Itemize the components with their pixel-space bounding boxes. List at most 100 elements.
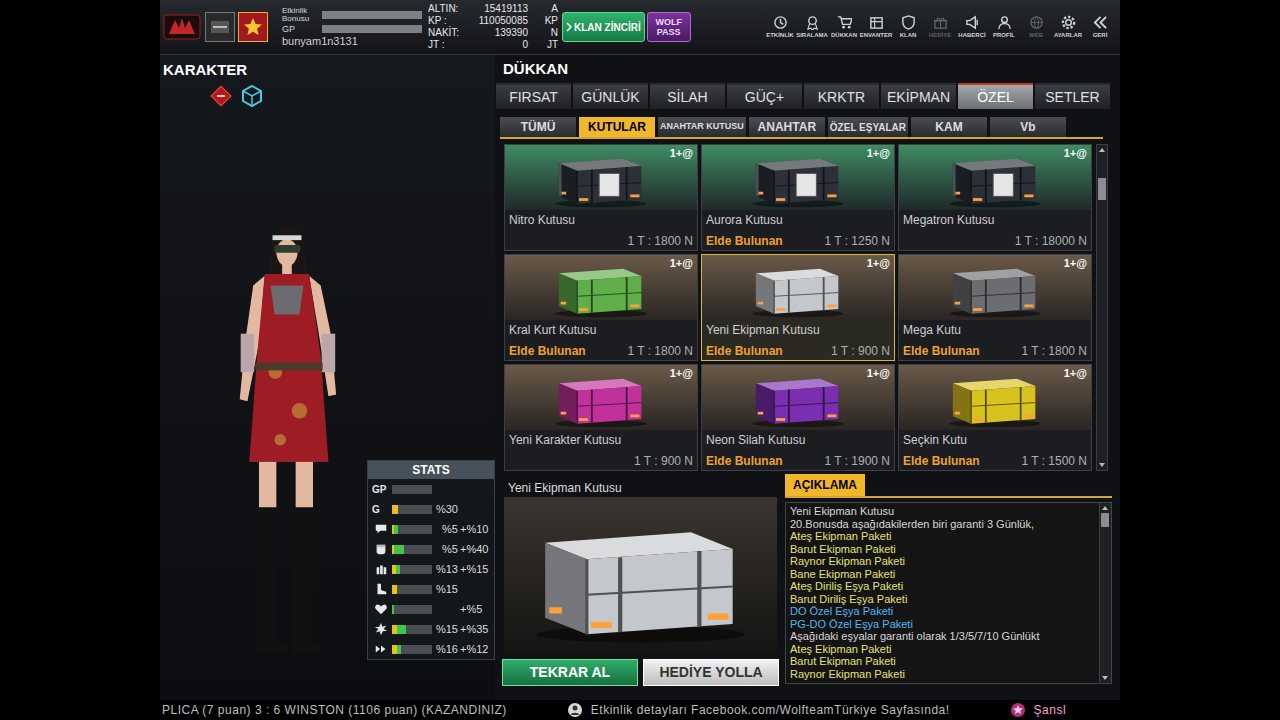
ticker: PLICA (7 puan) 3 : 6 WINSTON (1106 puan)… bbox=[160, 700, 1120, 720]
wolf-pass-button[interactable]: WOLF PASS bbox=[647, 12, 691, 42]
item-card[interactable]: 1+@Megatron Kutusu1 T : 18000 N bbox=[898, 144, 1092, 251]
gift-button[interactable]: HEDİYE YOLLA bbox=[643, 659, 779, 686]
item-card[interactable]: 1+@Neon Silah KutusuElde Bulunan1 T : 19… bbox=[701, 364, 895, 471]
shop-tab[interactable]: ÖZEL bbox=[958, 83, 1033, 109]
stat-base: %16 bbox=[434, 641, 458, 658]
arrows-icon bbox=[372, 642, 390, 656]
description-line: Raynor Ekipman Paketi bbox=[790, 668, 1095, 681]
box-icon bbox=[940, 368, 1050, 428]
item-card[interactable]: 1+@Nitro Kutusu1 T : 1800 N bbox=[504, 144, 698, 251]
nav-label: SIRALAMA bbox=[796, 32, 828, 39]
item-card[interactable]: 1+@Yeni Ekipman KutusuElde Bulunan1 T : … bbox=[701, 254, 895, 361]
burst-icon bbox=[372, 622, 390, 636]
owned-text: Elde Bulunan bbox=[903, 344, 980, 358]
scroll-up-icon[interactable] bbox=[1097, 145, 1107, 155]
fist-icon bbox=[372, 542, 390, 556]
character-figure[interactable] bbox=[232, 200, 367, 665]
nav-item[interactable]: WEB bbox=[1020, 15, 1052, 39]
klan-button[interactable]: KLAN ZİNCİRİ bbox=[562, 12, 645, 42]
scroll-down-icon[interactable] bbox=[1100, 673, 1110, 683]
nav-item[interactable]: ENVANTER bbox=[860, 15, 892, 39]
item-image: 1+@ bbox=[702, 365, 894, 430]
diamond-icon[interactable] bbox=[208, 83, 234, 109]
item-card[interactable]: 1+@Seçkin KutuElde Bulunan1 T : 1500 N bbox=[898, 364, 1092, 471]
box-icon bbox=[546, 258, 656, 318]
nav-item[interactable]: ETKİNLİK bbox=[764, 15, 796, 39]
item-badge: 1+@ bbox=[670, 257, 693, 269]
item-price: 1 T : 1900 N bbox=[824, 454, 890, 468]
stat-bonus: +%35 bbox=[460, 621, 490, 638]
owned-label: Elde Bulunan bbox=[706, 344, 783, 358]
shop-tab[interactable]: KRKTR bbox=[804, 83, 879, 109]
nav-item[interactable]: GERİ bbox=[1084, 15, 1116, 39]
stat-bonus-fill bbox=[394, 545, 404, 554]
owned-label: Elde Bulunan bbox=[706, 234, 783, 248]
rank-star-icon[interactable] bbox=[238, 12, 268, 42]
stat-bonus: +%10 bbox=[460, 521, 490, 538]
main-nav: ETKİNLİKSIRALAMADÜKKANENVANTERKLANHEDİYE… bbox=[764, 15, 1116, 39]
scroll-down-icon[interactable] bbox=[1097, 460, 1107, 470]
shop-subtab[interactable]: ANAHTAR KUTUSU bbox=[658, 117, 746, 137]
stat-bonus-fill bbox=[394, 525, 397, 534]
line-text: Bane Ekipman Paketi bbox=[790, 568, 895, 580]
buy-again-button[interactable]: TEKRAR AL bbox=[502, 659, 638, 686]
shop-tab[interactable]: EKİPMAN bbox=[881, 83, 956, 109]
nav-item[interactable]: HEDİYE bbox=[924, 15, 956, 39]
nav-item[interactable]: SIRALAMA bbox=[796, 15, 828, 39]
clan-emblem-icon[interactable] bbox=[205, 12, 235, 42]
scroll-up-icon[interactable] bbox=[1100, 503, 1110, 513]
item-card[interactable]: 1+@Aurora KutusuElde Bulunan1 T : 1250 N bbox=[701, 144, 895, 251]
shop-tab[interactable]: GÜÇ+ bbox=[727, 83, 802, 109]
speech-icon bbox=[372, 522, 390, 536]
pass-label: WOLF PASS bbox=[648, 17, 690, 37]
item-image: 1+@ bbox=[899, 365, 1091, 430]
shop-tab[interactable]: GÜNLÜK bbox=[573, 83, 648, 109]
item-card[interactable]: 1+@Yeni Karakter Kutusu1 T : 900 N bbox=[504, 364, 698, 471]
shop-subtab[interactable]: KAM bbox=[911, 117, 987, 137]
shop-subtab[interactable]: TÜMÜ bbox=[500, 117, 576, 137]
nav-item[interactable]: HABERCİ bbox=[956, 15, 988, 39]
shop-subtab[interactable]: KUTULAR bbox=[579, 117, 655, 137]
line-text: PG-DO Özel Eşya Paketi bbox=[790, 618, 913, 630]
item-badge: 1+@ bbox=[867, 257, 890, 269]
item-price: 1 T : 1800 N bbox=[627, 234, 693, 248]
gp-track bbox=[322, 25, 422, 33]
tab-label: SİLAH bbox=[667, 87, 707, 108]
currency-row: JT :0JT bbox=[428, 39, 558, 51]
item-card[interactable]: 1+@Mega KutuElde Bulunan1 T : 1800 N bbox=[898, 254, 1092, 361]
box-icon bbox=[516, 506, 766, 646]
scroll-thumb[interactable] bbox=[1098, 178, 1106, 200]
nav-item[interactable]: DÜKKAN bbox=[828, 15, 860, 39]
item-card[interactable]: 1+@Kral Kurt KutusuElde Bulunan1 T : 180… bbox=[504, 254, 698, 361]
item-image: 1+@ bbox=[899, 145, 1091, 210]
inventory-icon bbox=[869, 15, 884, 30]
description-scrollbar[interactable] bbox=[1099, 503, 1111, 683]
tab-label: FIRSAT bbox=[509, 87, 558, 108]
currency-value: 139390 bbox=[466, 27, 528, 39]
shop-tab[interactable]: SİLAH bbox=[650, 83, 725, 109]
scroll-thumb[interactable] bbox=[1101, 513, 1109, 527]
shop-tab[interactable]: SETLER bbox=[1035, 83, 1110, 109]
grid-scrollbar[interactable] bbox=[1096, 144, 1108, 471]
subtab-label: ANAHTAR KUTUSU bbox=[660, 120, 744, 134]
description-line: Barut Ekipman Paketi bbox=[790, 655, 1095, 668]
description-line: Aşağıdaki eşyalar garanti olarak 1/3/5/7… bbox=[790, 630, 1095, 643]
shop-subtab[interactable]: Vb bbox=[990, 117, 1066, 137]
nav-item[interactable]: PROFİL bbox=[988, 15, 1020, 39]
nav-item[interactable]: KLAN bbox=[892, 15, 924, 39]
globe-icon bbox=[1029, 15, 1044, 30]
nav-label: ETKİNLİK bbox=[766, 32, 794, 39]
shop-subtab[interactable]: ANAHTAR bbox=[749, 117, 825, 137]
button-label: TEKRAR AL bbox=[530, 662, 610, 683]
shop-subtab[interactable]: ÖZEL EŞYALAR bbox=[828, 117, 908, 137]
item-image: 1+@ bbox=[702, 145, 894, 210]
owned-text: Elde Bulunan bbox=[706, 454, 783, 468]
stat-bonus: +%5 bbox=[460, 601, 490, 618]
cube-icon[interactable] bbox=[239, 83, 265, 109]
nav-item[interactable]: AYARLAR bbox=[1052, 15, 1084, 39]
currency-row: NAKİT:139390N bbox=[428, 27, 558, 39]
owned-label: Elde Bulunan bbox=[509, 344, 586, 358]
description-tab: AÇIKLAMA bbox=[785, 474, 865, 496]
shop-tab[interactable]: FIRSAT bbox=[496, 83, 571, 109]
item-footer: 1 T : 900 N bbox=[505, 454, 697, 470]
